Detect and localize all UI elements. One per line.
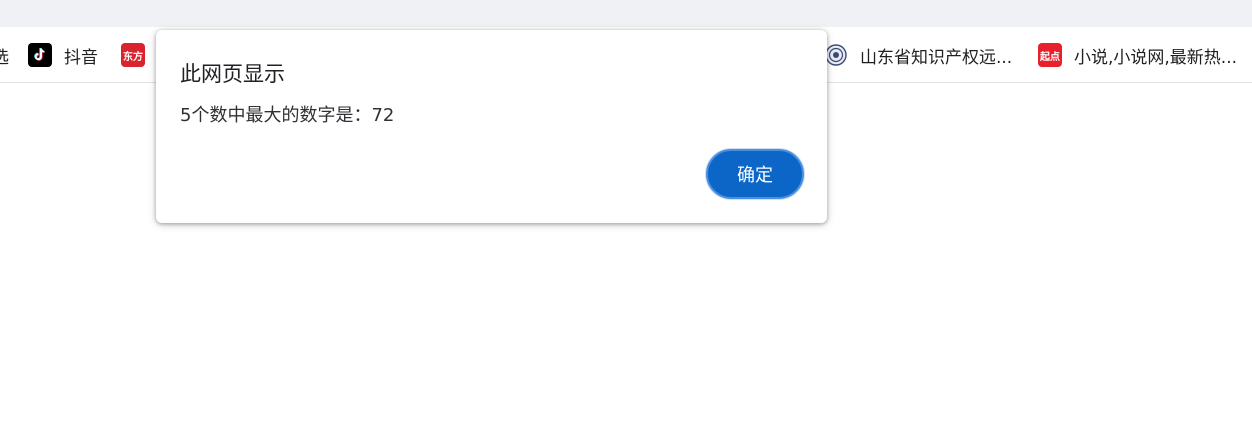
qidian-icon: 起点: [1038, 43, 1062, 67]
bookmark-qidian[interactable]: 起点 小说,小说网,最新热...: [1038, 27, 1237, 83]
alert-dialog: 此网页显示 5个数中最大的数字是：72 确定: [156, 30, 827, 223]
bookmark-dongfang[interactable]: 东方: [121, 27, 157, 83]
bookmark-label: 山东省知识产权远...: [860, 47, 1013, 68]
bookmark-partial[interactable]: 选: [0, 27, 9, 83]
ok-button[interactable]: 确定: [706, 149, 804, 199]
bookmark-label: 小说,小说网,最新热...: [1074, 47, 1238, 68]
gov-emblem-icon: [824, 43, 848, 67]
dongfang-icon: 东方: [121, 43, 145, 67]
bookmark-douyin[interactable]: 抖音: [28, 27, 98, 83]
bookmark-shandong-ip[interactable]: 山东省知识产权远...: [824, 27, 1012, 83]
bookmark-label: 抖音: [64, 47, 98, 68]
browser-top-strip: [0, 0, 1252, 27]
bookmark-label: 选: [0, 47, 9, 68]
dialog-title: 此网页显示: [180, 62, 285, 86]
tiktok-icon: [28, 43, 52, 67]
dialog-message: 5个数中最大的数字是：72: [180, 105, 395, 126]
